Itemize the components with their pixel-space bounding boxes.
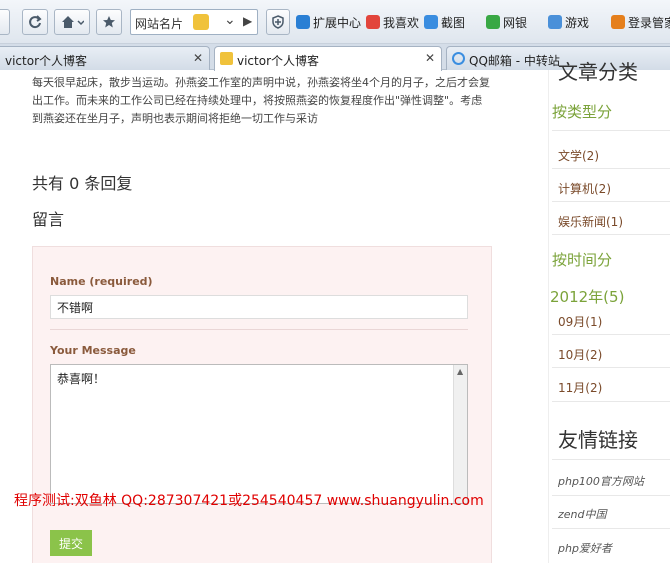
- divider: [552, 459, 670, 460]
- games[interactable]: 游戏: [548, 14, 589, 31]
- qq-mail-icon: [452, 52, 465, 65]
- reply-count: 共有 0 条回复: [32, 174, 133, 193]
- divider: [552, 130, 670, 131]
- divider: [552, 234, 670, 235]
- comment-form: Name (required) Your Message 恭喜啊！ ▲ 提交: [32, 246, 492, 563]
- friend-link-zend[interactable]: zend中国: [558, 506, 607, 522]
- divider: [552, 367, 670, 368]
- site-icon: [193, 14, 209, 30]
- my-likes[interactable]: 我喜欢: [366, 14, 419, 31]
- divider: [552, 401, 670, 402]
- message-text: 恭喜啊！: [57, 372, 106, 386]
- chevron-down-icon[interactable]: ⌄: [224, 12, 236, 28]
- message-label: Your Message: [50, 344, 136, 357]
- browser-toolbar: 网站名片 ⌄ ▶ 扩展中心 我喜欢 截图 网银 游戏 登录管家: [0, 0, 670, 44]
- address-bar[interactable]: 网站名片 ⌄ ▶: [130, 9, 258, 35]
- archive-month-10[interactable]: 10月(2): [558, 346, 602, 363]
- scroll-up-icon[interactable]: ▲: [457, 367, 463, 376]
- submit-button[interactable]: 提交: [50, 530, 92, 556]
- leave-message-heading: 留言: [32, 210, 65, 229]
- friend-link-php-fans[interactable]: php爱好者: [558, 540, 612, 556]
- home-button[interactable]: [54, 9, 90, 35]
- archive-year[interactable]: 2012年(5): [550, 286, 624, 307]
- scrollbar[interactable]: ▲: [453, 365, 467, 503]
- shield-icon: [272, 15, 284, 29]
- home-icon: [62, 16, 84, 28]
- close-icon[interactable]: ✕: [425, 51, 435, 65]
- watermark-text: 程序测试:双鱼林 QQ:287307421或254540457 www.shua…: [14, 493, 484, 509]
- extension-icon: [296, 15, 310, 29]
- star-icon: [103, 16, 115, 28]
- sidebar-divider: [548, 70, 549, 563]
- divider: [50, 329, 468, 330]
- divider: [552, 201, 670, 202]
- refresh-icon: [29, 15, 42, 29]
- archive-month-09[interactable]: 09月(1): [558, 313, 602, 330]
- category-computer[interactable]: 计算机(2): [558, 180, 611, 197]
- category-literature[interactable]: 文学(2): [558, 147, 599, 164]
- heart-icon: [366, 15, 380, 29]
- divider: [552, 528, 670, 529]
- site-card-label: 网站名片: [135, 17, 184, 31]
- favorites-button[interactable]: [96, 9, 122, 35]
- sidebar-heading-categories: 文章分类: [558, 60, 638, 84]
- message-textarea[interactable]: 恭喜啊！ ▲: [50, 364, 468, 504]
- tab-victor-blog-2[interactable]: victor个人博客 ✕: [214, 46, 442, 71]
- site-icon: [220, 52, 233, 65]
- by-type-heading: 按类型分: [552, 103, 613, 121]
- name-field[interactable]: [50, 295, 468, 319]
- by-time-heading: 按时间分: [552, 251, 613, 269]
- category-entertainment[interactable]: 娱乐新闻(1): [558, 213, 623, 230]
- refresh-button[interactable]: [22, 9, 48, 35]
- online-bank[interactable]: 网银: [486, 14, 527, 31]
- friend-link-php100[interactable]: php100官方网站: [558, 473, 644, 489]
- close-icon[interactable]: ✕: [193, 51, 203, 65]
- go-arrow-icon[interactable]: ▶: [243, 14, 252, 28]
- bank-icon: [486, 15, 500, 29]
- key-icon: [611, 15, 625, 29]
- security-button[interactable]: [266, 9, 290, 35]
- divider: [552, 168, 670, 169]
- login-manager[interactable]: 登录管家: [611, 14, 670, 31]
- scissors-icon: [424, 15, 438, 29]
- dropdown-arrow-icon[interactable]: [0, 9, 10, 35]
- article-body: 每天很早起床，散步当运动。孙燕姿工作室的声明中说，孙燕姿将坐4个月的月子，之后才…: [32, 76, 490, 125]
- friend-links-heading: 友情链接: [558, 428, 638, 452]
- gamepad-icon: [548, 15, 562, 29]
- divider: [552, 334, 670, 335]
- screenshot-tool[interactable]: 截图: [424, 14, 465, 31]
- name-label: Name (required): [50, 275, 153, 288]
- extension-center[interactable]: 扩展中心: [296, 14, 361, 31]
- tab-victor-blog-1[interactable]: victor个人博客 ✕: [0, 46, 210, 70]
- archive-month-11[interactable]: 11月(2): [558, 379, 602, 396]
- divider: [552, 495, 670, 496]
